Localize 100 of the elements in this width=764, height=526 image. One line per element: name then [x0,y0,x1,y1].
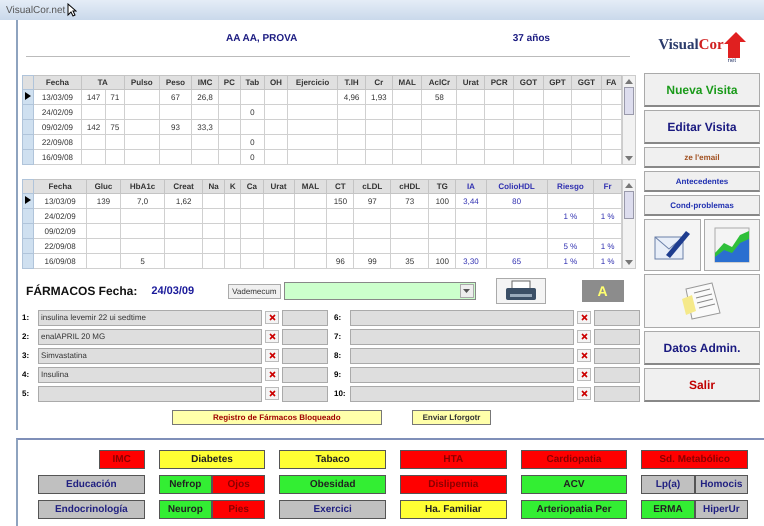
column-header: Ejercicio [287,76,338,90]
table-cell: 1,93 [371,92,387,102]
risk-factor-tag[interactable]: Lp(a) [641,475,695,494]
scroll-thumb[interactable] [624,191,634,219]
column-header: Creat [164,180,202,194]
remove-button[interactable] [265,387,279,400]
table-cell: 100 [436,196,449,206]
send-button[interactable]: Enviar Lforgotr [412,410,492,425]
drug-field[interactable]: enalAPRIL 20 MG [38,328,262,344]
side-button[interactable]: Datos Admin. [644,331,760,365]
drug-field[interactable] [350,386,574,402]
down-arrow-icon[interactable] [625,260,633,266]
dose-field[interactable] [594,366,640,382]
column-header: Urat [263,180,294,194]
table-cell: 4,96 [344,92,360,102]
risk-factor-tag[interactable]: Ha. Familiar [400,500,507,519]
scroll-thumb[interactable] [624,87,634,115]
column-header: GOT [514,76,544,90]
up-arrow-icon[interactable] [625,78,633,84]
remove-button[interactable] [577,349,591,362]
table-cell: 58 [434,92,444,102]
table-cell: 1 % [600,256,614,266]
pointer-icon [25,196,31,204]
table-cell: 16/09/08 [42,152,73,162]
risk-factor-tag[interactable]: ACV [520,475,628,494]
risk-factor-tag[interactable]: HiperUr [694,500,748,519]
remove-button[interactable] [577,387,591,400]
risk-factor-tag[interactable]: Nefrop [158,475,212,494]
table-cell: 97 [368,196,377,206]
dose-field[interactable] [282,348,328,364]
dose-field[interactable] [594,328,640,344]
column-header: Peso [160,76,192,90]
table-cell: 13/03/09 [42,92,73,102]
up-arrow-icon[interactable] [625,182,633,188]
drug-number: 3: [22,351,30,360]
remove-button[interactable] [577,311,591,324]
row-selector[interactable] [22,90,34,104]
table-cell: 3,44 [463,196,479,206]
drug-dropdown[interactable] [284,282,476,300]
drug-number: 1: [22,313,30,322]
remove-button[interactable] [265,349,279,362]
table-cell: 73 [405,196,414,206]
dose-field[interactable] [282,386,328,402]
remove-button[interactable] [265,330,279,343]
column-header: Na [202,180,225,194]
row-selector[interactable] [22,194,34,208]
drug-field[interactable] [350,328,574,344]
drug-number: 4: [22,370,30,379]
table-cell: 26,8 [197,92,213,102]
dose-field[interactable] [594,310,640,326]
drug-field[interactable]: Simvastatina [38,348,262,364]
risk-factor-tag[interactable]: Exercici [279,500,386,519]
drug-field[interactable]: insulina levemir 22 ui sedtime [38,310,262,326]
drug-field[interactable] [350,310,574,326]
table-cell: 71 [110,92,120,102]
risk-factor-tag[interactable]: Tabaco [279,450,386,469]
risk-factor-tag[interactable]: Arteriopatia Per [520,500,628,519]
risk-factor-tag[interactable]: Endocrinología [38,500,145,519]
risk-factor-tag[interactable]: ERMA [641,500,695,519]
drug-field[interactable] [38,386,262,402]
dose-field[interactable] [282,366,328,382]
print-button[interactable] [496,278,546,304]
dose-field[interactable] [282,310,328,326]
chart-button[interactable] [704,219,760,271]
column-header: FA [601,76,622,90]
risk-factor-tag[interactable]: Obesidad [279,475,386,494]
vademecum-button[interactable]: Vademecum [228,284,280,298]
table-cell: 22/09/08 [42,138,73,146]
remove-button[interactable] [265,368,279,381]
column-header: Fr [594,180,622,194]
side-button[interactable]: Cond-problemas [644,195,760,216]
table-cell: 1,62 [176,196,192,206]
dose-field[interactable] [594,348,640,364]
remove-button[interactable] [577,330,591,343]
scrollbar[interactable] [622,75,636,165]
risk-factor-tag[interactable]: Homocis [694,475,748,494]
side-button[interactable]: Salir [644,368,760,402]
scrollbar[interactable] [622,179,636,269]
pointer-icon [25,92,31,100]
dose-field[interactable] [282,328,328,344]
dropdown-arrow-icon[interactable] [463,289,470,293]
risk-factor-tag[interactable]: Neurop [158,500,212,519]
drug-field[interactable]: Insulina [38,366,262,382]
side-button[interactable]: Antecedentes [644,171,760,192]
mail-button[interactable] [644,219,700,271]
close-icon [580,333,588,340]
drug-field[interactable] [350,366,574,382]
risk-factor-tag[interactable]: Diabetes [158,450,266,469]
risk-factor-tag[interactable]: Educación [38,475,145,494]
column-header: Pulso [124,76,160,90]
dose-field[interactable] [594,386,640,402]
down-arrow-icon[interactable] [625,156,633,162]
side-button[interactable]: Editar Visita [644,110,760,144]
side-button[interactable]: ze l'email [644,147,760,168]
remove-button[interactable] [265,311,279,324]
drug-field[interactable] [350,348,574,364]
remove-button[interactable] [577,368,591,381]
cursor-icon [67,3,78,17]
column-header: ColioHDL [486,180,548,194]
drug-number: 5: [22,389,30,398]
